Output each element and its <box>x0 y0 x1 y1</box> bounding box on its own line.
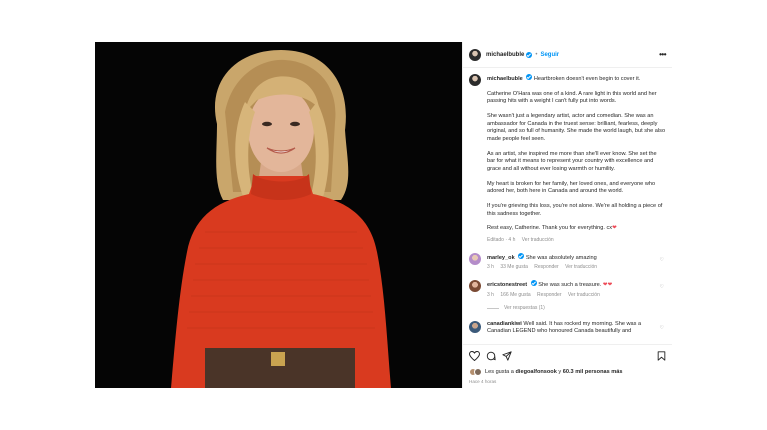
separator-dot: • <box>535 51 538 58</box>
comment-body: ericstonestreet She was such a treasure.… <box>487 280 655 299</box>
comment: marley_ok She was absolutely amazing 3 h… <box>469 252 666 272</box>
caption-first-paragraph: michaelbuble Heartbroken doesn't even be… <box>487 74 666 84</box>
comment-meta: 3 h 166 Me gusta Responder Ver traducció… <box>487 292 655 300</box>
comment-username[interactable]: marley_ok <box>487 255 515 261</box>
comment-time: 3 h <box>487 264 494 271</box>
post-actions: Les gusta a diegoalfonsook y 60.3 mil pe… <box>463 344 672 388</box>
comment-likes[interactable]: 33 Me gusta <box>500 264 528 270</box>
comments-scroll-area[interactable]: michaelbuble Heartbroken doesn't even be… <box>463 68 672 344</box>
portrait-image <box>95 42 462 388</box>
liker-avatar <box>474 368 482 376</box>
caption-paragraph: If you're grieving this loss, you're not… <box>487 203 663 217</box>
comment: ericstonestreet She was such a treasure.… <box>469 280 666 299</box>
view-replies-label: Ver respuestas (1) <box>504 305 545 312</box>
comment-text-line: ericstonestreet She was such a treasure.… <box>487 280 655 290</box>
follow-button[interactable]: Seguir <box>540 52 559 58</box>
post-time-ago[interactable]: Hace 4 horas <box>469 379 666 384</box>
caption-paragraph: Rest easy, Catherine. Thank you for ever… <box>487 225 613 232</box>
comment-text-line: marley_ok She was absolutely amazing <box>487 252 655 263</box>
comment-avatar[interactable] <box>469 320 481 333</box>
save-icon[interactable] <box>657 351 666 361</box>
view-replies-button[interactable]: Ver respuestas (1) <box>487 305 666 313</box>
caption: michaelbuble Heartbroken doesn't even be… <box>469 74 666 245</box>
caption-meta: Editado · 4 h Ver traducción <box>487 237 666 245</box>
comment-text: She was such a treasure. <box>538 282 602 288</box>
caption-paragraph: Heartbroken doesn't even begin to cover … <box>533 76 641 82</box>
caption-paragraph: She wasn't just a legendary artist, acto… <box>487 113 666 142</box>
likes-prefix: Les gusta a <box>485 369 514 375</box>
comment-body: canadiankiwi Well said. It has rocked my… <box>487 321 655 336</box>
comment-reply-button[interactable]: Responder <box>534 264 558 270</box>
comment-meta: 3 h 33 Me gusta Responder Ver traducción <box>487 264 655 272</box>
comment-reply-button[interactable]: Responder <box>537 292 561 298</box>
share-icon[interactable] <box>502 351 512 361</box>
verified-icon <box>526 74 533 80</box>
caption-paragraph: As an artist, she inspired me more than … <box>487 150 657 172</box>
post-photo[interactable] <box>95 42 462 388</box>
likes-user[interactable]: diegoalfonsook <box>516 369 557 375</box>
caption-last-paragraph: Rest easy, Catherine. Thank you for ever… <box>487 225 666 233</box>
comment-username[interactable]: ericstonestreet <box>487 282 527 288</box>
verified-icon <box>530 280 537 286</box>
comment-likes[interactable]: 166 Me gusta <box>500 292 530 298</box>
caption-paragraph: My heart is broken for her family, her l… <box>487 180 656 195</box>
post-header: michaelbuble • Seguir ••• <box>463 42 672 68</box>
comment-body: marley_ok She was absolutely amazing 3 h… <box>487 252 655 272</box>
caption-paragraph: Catherine O'Hara was one of a kind. A ra… <box>487 90 657 105</box>
action-icons <box>469 350 666 362</box>
likes-suffix: y <box>558 369 562 375</box>
caption-avatar[interactable] <box>469 74 481 86</box>
comment-like-icon[interactable]: ♡ <box>660 257 664 265</box>
red-heart-icon: ❤ <box>612 225 617 232</box>
comment-translate-link[interactable]: Ver traducción <box>568 292 600 298</box>
comment: canadiankiwi Well said. It has rocked my… <box>469 320 666 336</box>
more-icon[interactable]: ••• <box>659 50 666 59</box>
red-heart-icon: ❤❤ <box>602 282 613 288</box>
caption-body: michaelbuble Heartbroken doesn't even be… <box>487 74 666 245</box>
comment-username[interactable]: canadiankiwi <box>487 321 522 327</box>
author-avatar[interactable] <box>469 48 481 61</box>
comment-text: She was absolutely amazing <box>525 254 597 261</box>
author-username[interactable]: michaelbuble <box>486 52 524 58</box>
comment-avatar[interactable] <box>469 252 481 265</box>
caption-edited: Editado · 4 h <box>487 237 516 244</box>
comment-time: 3 h <box>487 291 494 298</box>
instagram-post: michaelbuble • Seguir ••• michaelbuble H… <box>95 42 672 388</box>
likes-others[interactable]: 60.3 mil personas más <box>563 369 623 375</box>
caption-translate-link[interactable]: Ver traducción <box>522 237 554 243</box>
comment-icon[interactable] <box>486 351 496 361</box>
replies-divider <box>487 308 499 310</box>
comment-avatar[interactable] <box>469 280 481 292</box>
caption-username[interactable]: michaelbuble <box>487 76 523 82</box>
comment-text-line: canadiankiwi Well said. It has rocked my… <box>487 321 655 336</box>
comment-like-icon[interactable]: ♡ <box>660 325 664 333</box>
verified-icon <box>526 51 533 58</box>
likes-summary[interactable]: Les gusta a diegoalfonsook y 60.3 mil pe… <box>469 368 666 376</box>
heart-icon[interactable] <box>469 351 480 361</box>
verified-icon <box>518 252 525 259</box>
post-side-panel: michaelbuble • Seguir ••• michaelbuble H… <box>462 42 672 388</box>
comment-like-icon[interactable]: ♡ <box>660 284 664 292</box>
comment-translate-link[interactable]: Ver traducción <box>565 264 597 270</box>
